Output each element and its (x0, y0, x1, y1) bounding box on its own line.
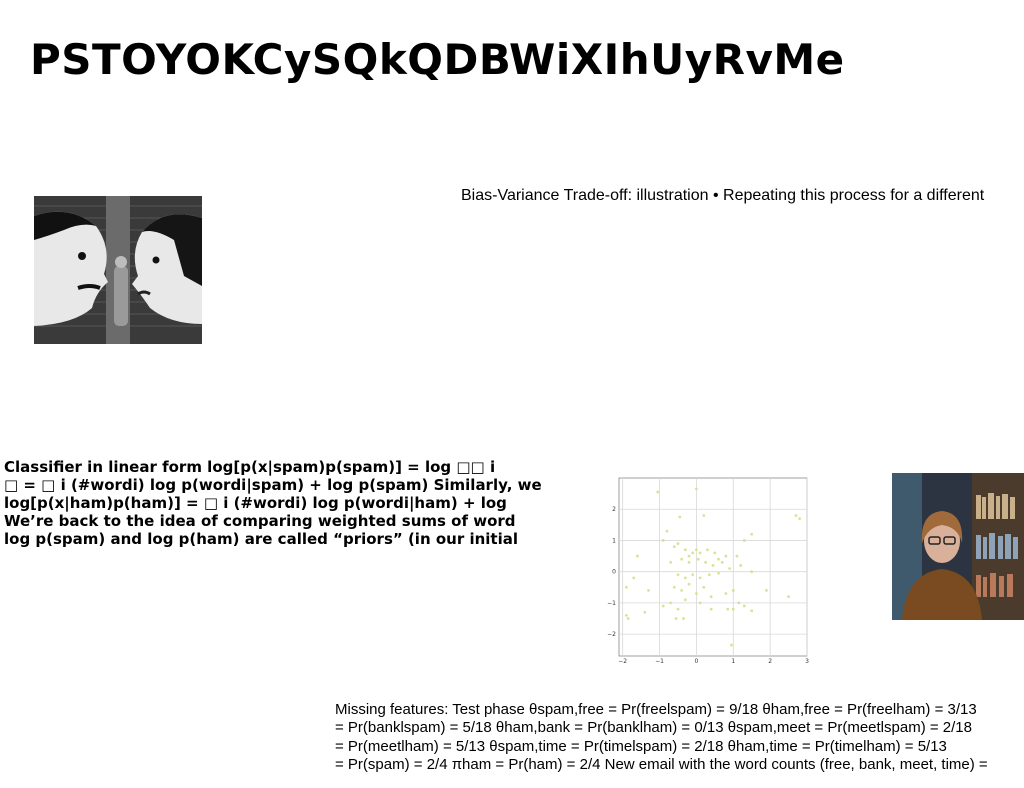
scatter-point (672, 545, 676, 549)
paragraph-line: □ = □ i (#wordi) log p(wordi|spam) + log… (4, 476, 542, 494)
scatter-point (728, 567, 731, 570)
scatter-point (691, 573, 695, 577)
scatter-point (724, 554, 728, 558)
x-tick-label: 1 (731, 658, 735, 665)
scatter-plot: −2 −1 0 1 2 3 −2 −1 0 1 2 (606, 476, 812, 666)
scatter-point (798, 517, 802, 520)
y-tick-label: 1 (612, 537, 616, 544)
scatter-point (742, 539, 746, 542)
graffiti-mural-photo (34, 196, 202, 344)
scatter-point (696, 557, 700, 561)
scatter-point (695, 548, 698, 552)
scatter-point (669, 601, 673, 605)
scatter-point (691, 551, 695, 555)
scatter-point (750, 570, 754, 574)
paragraph-line: Missing features: Test phase θspam,free … (335, 701, 977, 718)
scatter-point (624, 585, 628, 589)
x-tick-label: 3 (805, 658, 809, 665)
classifier-paragraph: Classifier in linear form log[p(x|spam)p… (4, 458, 594, 548)
scatter-point (750, 609, 754, 613)
scatter-point (695, 487, 698, 491)
scatter-point (636, 554, 639, 558)
scatter-point (656, 490, 660, 494)
scatter-point (702, 514, 706, 517)
missing-features-paragraph: Missing features: Test phase θspam,free … (335, 701, 1024, 774)
scatter-point (643, 610, 647, 614)
paragraph-line: Classifier in linear form log[p(x|spam)p… (4, 458, 496, 476)
plot-frame (618, 477, 808, 657)
top-caption: Bias-Variance Trade-off: illustration • … (461, 187, 985, 204)
scatter-point (676, 573, 680, 577)
scatter-point (647, 589, 650, 592)
scatter-point (698, 601, 702, 605)
scatter-point (726, 607, 730, 611)
paragraph-line: log[p(x|ham)p(ham)] = □ i (#wordi) log p… (4, 494, 507, 512)
x-tick-label: 2 (768, 658, 772, 665)
paragraph-line: = Pr(banklspam) = 5/18 θham,bank = Pr(ba… (335, 719, 972, 737)
scatter-point (706, 548, 709, 552)
paragraph-line: We’re back to the idea of comparing weig… (4, 512, 516, 530)
scatter-point (683, 576, 687, 580)
scatter-point (765, 589, 768, 592)
slide-title: PSTOYOKCySQkQDBWiXIhUyRvMe (30, 35, 845, 84)
scatter-point (698, 576, 702, 580)
x-tick-label: −2 (618, 658, 627, 665)
scatter-point (698, 551, 702, 555)
scatter-point (626, 617, 630, 620)
scatter-point (680, 589, 684, 592)
scatter-point (676, 542, 680, 545)
scatter-point (683, 598, 687, 602)
scatter-point (680, 557, 684, 561)
scatter-point (724, 592, 728, 595)
scatter-point (632, 576, 636, 580)
scatter-point (750, 532, 754, 536)
paragraph-line: log p(spam) and log p(ham) are called “p… (4, 530, 518, 548)
scatter-point (687, 582, 691, 586)
scatter-point (682, 617, 685, 620)
scatter-point (731, 607, 735, 611)
scatter-point (683, 548, 687, 552)
scatter-point (669, 560, 673, 564)
scatter-point (624, 614, 628, 617)
scatter-point (678, 515, 682, 519)
scatter-point (717, 557, 720, 561)
scatter-point (674, 617, 678, 620)
x-tick-label: −1 (655, 658, 664, 665)
y-tick-label: −2 (607, 631, 616, 638)
scatter-point (687, 554, 691, 558)
y-tick-label: 2 (612, 506, 616, 513)
scatter-point (787, 595, 790, 599)
scatter-point (709, 595, 713, 599)
paragraph-line: = Pr(spam) = 2/4 πham = Pr(ham) = 2/4 Ne… (335, 755, 988, 773)
scatter-point (731, 589, 735, 592)
scatter-point (742, 604, 746, 608)
scatter-plot-svg: −2 −1 0 1 2 3 −2 −1 0 1 2 (607, 477, 809, 665)
scatter-point (709, 607, 713, 611)
woman-at-bookshelf-photo (892, 473, 1024, 620)
paragraph-line: = Pr(meetlham) = 5/13 θspam,time = Pr(ti… (335, 737, 947, 755)
scatter-point (737, 601, 741, 605)
scatter-point (707, 573, 711, 577)
scatter-point (730, 643, 733, 647)
scatter-point (661, 604, 665, 608)
scatter-point (702, 585, 706, 589)
scatter-point (735, 554, 739, 558)
scatter-point (704, 560, 708, 564)
scatter-point (713, 551, 717, 555)
x-tick-label: 0 (694, 658, 698, 665)
scatter-point (717, 571, 720, 575)
scatter-point (695, 592, 698, 595)
scatter-point (687, 560, 691, 564)
scatter-point (711, 564, 715, 567)
scatter-point (661, 539, 665, 542)
scatter-point (739, 564, 743, 567)
scatter-point (720, 560, 724, 564)
scatter-point (672, 585, 676, 589)
y-tick-label: 0 (612, 569, 616, 576)
scatter-point (794, 514, 798, 517)
scatter-point (676, 607, 680, 611)
scatter-point (665, 529, 669, 533)
y-tick-label: −1 (607, 600, 616, 607)
